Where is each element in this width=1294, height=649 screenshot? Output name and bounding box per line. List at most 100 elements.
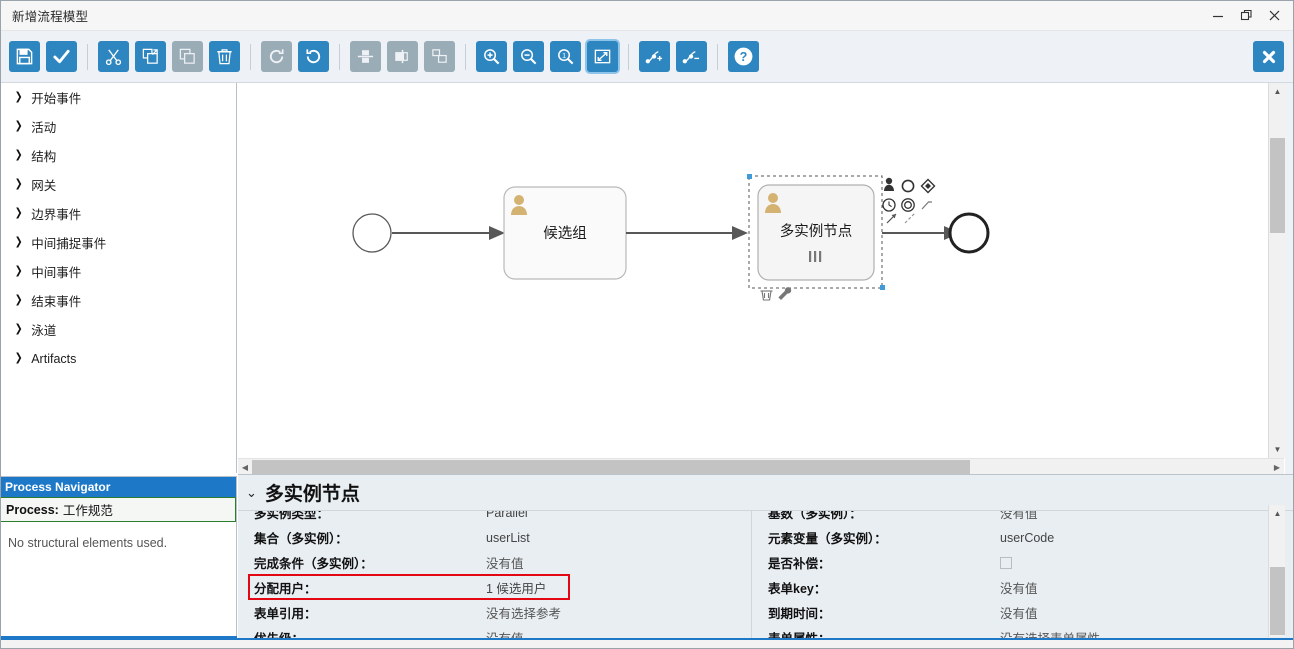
append-user-task-icon[interactable]: [884, 177, 894, 191]
scroll-thumb[interactable]: [252, 460, 970, 474]
properties-panel: ⌄ 多实例节点 多实例类型： Parallel 集合（多实例）： userLis…: [238, 474, 1294, 649]
palette-item-artifacts[interactable]: ❯ Artifacts: [0, 344, 236, 373]
property-label: 表单key：: [768, 582, 827, 596]
delete-element-icon[interactable]: [760, 290, 773, 301]
compensate-checkbox[interactable]: [1000, 556, 1012, 569]
property-value[interactable]: 没有值: [1000, 578, 1038, 597]
align-left-button[interactable]: [387, 41, 418, 72]
redo-button[interactable]: [261, 41, 292, 72]
append-gateway-icon[interactable]: [920, 178, 936, 194]
property-row[interactable]: 表单key： 没有值: [752, 575, 1264, 600]
canvas-vertical-scrollbar[interactable]: ▲ ▼: [1268, 83, 1285, 458]
property-value[interactable]: userCode: [1000, 531, 1054, 545]
append-association-icon[interactable]: [904, 212, 916, 224]
property-row-assigned-user[interactable]: 分配用户： 1 候选用户: [238, 574, 751, 600]
editor-toolbar: 1 ?: [0, 31, 1294, 83]
element-palette: ❯ 开始事件 ❯ 活动 ❯ 结构 ❯ 网关 ❯ 边界事件 ❯ 中间捕捉事件 ❯ …: [0, 83, 237, 473]
restore-icon[interactable]: [1232, 3, 1260, 29]
palette-item-label: 结构: [31, 150, 57, 164]
properties-body: 多实例类型： Parallel 集合（多实例）： userList 完成条件（多…: [238, 511, 1294, 649]
palette-item-swimlane[interactable]: ❯ 泳道: [0, 315, 236, 344]
match-size-button[interactable]: [424, 41, 455, 72]
zoom-fit-button[interactable]: [587, 41, 618, 72]
append-intermediate-catch-event-icon[interactable]: [882, 198, 896, 212]
append-terminate-event-icon[interactable]: [901, 198, 915, 212]
bpmn-diagram[interactable]: 候选组 多实例节点: [237, 83, 1268, 458]
property-row[interactable]: 多实例类型： Parallel: [238, 511, 751, 525]
properties-vertical-scrollbar[interactable]: ▲: [1268, 505, 1285, 637]
diagram-canvas[interactable]: 候选组 多实例节点: [237, 83, 1294, 458]
property-value[interactable]: 没有选择参考: [486, 603, 561, 622]
navigator-process-name: 工作规范: [62, 504, 113, 518]
palette-item-intermediate-event[interactable]: ❯ 中间事件: [0, 257, 236, 286]
palette-item-boundary-event[interactable]: ❯ 边界事件: [0, 199, 236, 228]
chevron-down-icon[interactable]: ⌄: [246, 486, 257, 499]
property-row[interactable]: 完成条件（多实例）： 没有值: [238, 550, 751, 575]
end-event[interactable]: [948, 212, 990, 254]
undo-button[interactable]: [298, 41, 329, 72]
close-editor-button[interactable]: [1253, 41, 1284, 72]
copy-button[interactable]: [135, 41, 166, 72]
property-row-compensate[interactable]: 是否补偿：: [752, 550, 1264, 575]
scroll-thumb[interactable]: [1270, 138, 1285, 233]
palette-item-start-event[interactable]: ❯ 开始事件: [0, 83, 236, 112]
property-value[interactable]: 没有值: [1000, 603, 1038, 622]
chevron-right-icon: ❯: [14, 236, 23, 248]
align-middle-button[interactable]: [350, 41, 381, 72]
zoom-actual-size-button[interactable]: 1: [550, 41, 581, 72]
context-pad[interactable]: [882, 177, 936, 224]
palette-item-label: Artifacts: [31, 351, 77, 366]
property-row[interactable]: 到期时间： 没有值: [752, 600, 1264, 625]
task2-label: 多实例节点: [780, 223, 853, 240]
remove-bendpoint-button[interactable]: [676, 41, 707, 72]
scroll-right-icon[interactable]: ▶: [1270, 459, 1284, 475]
scroll-left-icon[interactable]: ◀: [238, 459, 252, 475]
property-row[interactable]: 基数（多实例）： 没有值: [752, 511, 1264, 525]
property-row[interactable]: 元素变量（多实例）： userCode: [752, 525, 1264, 550]
palette-item-label: 活动: [31, 121, 57, 135]
action-pad[interactable]: [760, 287, 792, 301]
navigator-process-row[interactable]: Process: 工作规范: [0, 497, 236, 522]
scroll-up-icon[interactable]: ▲: [1269, 83, 1286, 100]
minimize-icon[interactable]: [1204, 3, 1232, 29]
resize-handle-nw[interactable]: [747, 174, 752, 179]
cut-button[interactable]: [98, 41, 129, 72]
add-bendpoint-button[interactable]: [639, 41, 670, 72]
help-button[interactable]: ?: [728, 41, 759, 72]
palette-item-activity[interactable]: ❯ 活动: [0, 112, 236, 141]
delete-button[interactable]: [209, 41, 240, 72]
zoom-in-button[interactable]: [476, 41, 507, 72]
property-row[interactable]: 表单引用： 没有选择参考: [238, 600, 751, 625]
scroll-down-icon[interactable]: ▼: [1269, 441, 1286, 458]
paste-button[interactable]: [172, 41, 203, 72]
toolbar-separator: [87, 43, 88, 70]
property-value[interactable]: 没有值: [1000, 511, 1038, 522]
close-icon[interactable]: [1260, 3, 1288, 29]
palette-item-intermediate-catch-event[interactable]: ❯ 中间捕捉事件: [0, 228, 236, 257]
append-end-event-icon[interactable]: [901, 179, 915, 193]
title-bar: 新增流程模型: [0, 0, 1294, 31]
resize-handle-se[interactable]: [880, 285, 885, 290]
palette-item-end-event[interactable]: ❯ 结束事件: [0, 286, 236, 315]
palette-item-gateway[interactable]: ❯ 网关: [0, 170, 236, 199]
configure-element-icon[interactable]: [778, 287, 792, 300]
append-boundary-event-icon[interactable]: [921, 201, 932, 210]
scroll-up-icon[interactable]: ▲: [1269, 505, 1286, 521]
palette-item-label: 中间捕捉事件: [31, 237, 107, 251]
append-sequence-flow-icon[interactable]: [886, 213, 897, 224]
property-value[interactable]: 没有值: [486, 553, 524, 572]
chevron-right-icon: ❯: [14, 149, 23, 161]
zoom-out-button[interactable]: [513, 41, 544, 72]
scroll-thumb[interactable]: [1270, 567, 1285, 635]
process-navigator-header: Process Navigator: [0, 477, 236, 497]
canvas-horizontal-scrollbar[interactable]: ◀ ▶: [238, 458, 1284, 474]
validate-button[interactable]: [46, 41, 77, 72]
property-value[interactable]: userList: [486, 531, 530, 545]
properties-header[interactable]: ⌄ 多实例节点: [238, 475, 1294, 511]
save-button[interactable]: [9, 41, 40, 72]
property-value[interactable]: 1 候选用户: [486, 578, 546, 597]
property-row[interactable]: 集合（多实例）： userList: [238, 525, 751, 550]
start-event[interactable]: [352, 213, 392, 253]
palette-item-structure[interactable]: ❯ 结构: [0, 141, 236, 170]
property-value[interactable]: Parallel: [486, 511, 528, 520]
